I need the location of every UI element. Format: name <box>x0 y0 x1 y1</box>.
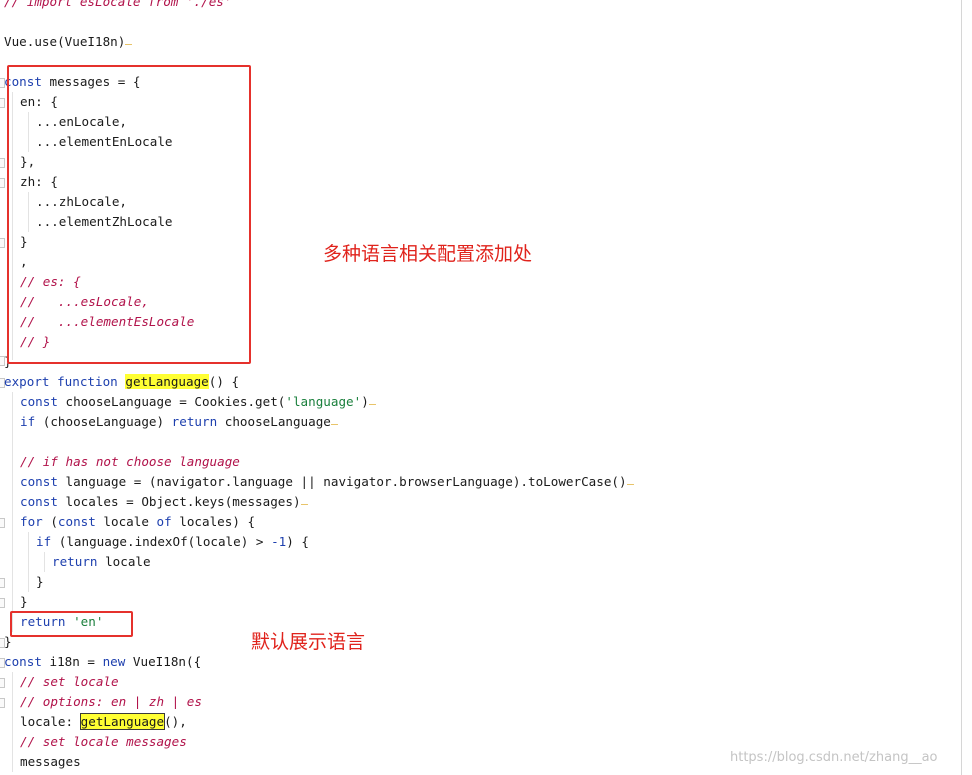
code-text: chooseLanguage = Cookies.get( <box>57 394 286 409</box>
code-line[interactable]: // if has not choose language <box>20 452 240 472</box>
code-line[interactable]: } <box>36 572 44 592</box>
code-text: VueI18n({ <box>125 654 202 669</box>
function-name-highlight: getLanguage <box>125 374 209 389</box>
keyword: function <box>57 374 118 389</box>
code-line[interactable]: if (chooseLanguage) return chooseLanguag… <box>20 412 338 432</box>
code-line[interactable]: } <box>20 592 28 612</box>
warning-squiggle <box>368 392 376 405</box>
string: 'language' <box>285 394 362 409</box>
code-line[interactable]: messages <box>20 752 81 772</box>
code-text: () { <box>208 374 240 389</box>
editor-scroll-edge <box>961 0 962 775</box>
config-annotation: 多种语言相关配置添加处 <box>323 243 533 265</box>
fold-marker[interactable] <box>0 678 5 688</box>
keyword: for <box>20 514 43 529</box>
code-text: language = (navigator.language || naviga… <box>57 474 627 489</box>
code-line[interactable]: for (const locale of locales) { <box>20 512 255 532</box>
code-text: chooseLanguage <box>217 414 331 429</box>
watermark: https://blog.csdn.net/zhang__ao <box>730 750 938 765</box>
messages-config-highlight-box <box>7 65 251 364</box>
warning-squiggle <box>626 472 634 485</box>
warning-squiggle <box>330 412 338 425</box>
code-text: Vue.use(VueI18n) <box>4 34 126 49</box>
code-text: (), <box>164 714 187 729</box>
keyword: new <box>102 654 126 669</box>
code-line[interactable]: export function getLanguage() { <box>4 372 239 392</box>
code-text: (language.indexOf(locale) > <box>51 534 272 549</box>
code-line[interactable]: const locales = Object.keys(messages) <box>20 492 308 512</box>
code-text: messages <box>20 754 81 769</box>
code-line[interactable]: const chooseLanguage = Cookies.get('lang… <box>20 392 376 412</box>
code-line[interactable]: // set locale <box>20 672 119 692</box>
code-text: locale <box>95 514 157 529</box>
default-return-highlight-box <box>10 611 133 637</box>
code-text: i18n = <box>41 654 103 669</box>
keyword: const <box>57 514 96 529</box>
comment: // import esLocale from './es' <box>4 0 232 9</box>
indent-guide <box>12 392 13 632</box>
code-text: locale <box>97 554 151 569</box>
comment: // options: en | zh | es <box>20 694 202 709</box>
code-text: locales) { <box>171 514 256 529</box>
function-name-highlight: getLanguage <box>79 713 166 730</box>
default-language-annotation: 默认展示语言 <box>251 631 366 653</box>
code-text: locales = Object.keys(messages) <box>57 494 301 509</box>
keyword: export <box>4 374 50 389</box>
code-line[interactable]: Vue.use(VueI18n) <box>4 32 133 52</box>
warning-squiggle <box>125 32 133 45</box>
code-text: } <box>20 594 28 609</box>
code-text: ) <box>361 394 369 409</box>
code-text: locale: <box>20 714 81 729</box>
fold-marker[interactable] <box>0 98 5 108</box>
warning-squiggle <box>300 492 308 505</box>
indent-guide <box>28 532 29 592</box>
keyword: const <box>20 474 58 489</box>
code-line[interactable]: if (language.indexOf(locale) > -1) { <box>36 532 309 552</box>
keyword: const <box>4 654 42 669</box>
fold-marker[interactable] <box>0 598 5 608</box>
code-text: ) { <box>286 534 309 549</box>
keyword: return <box>171 414 218 429</box>
fold-marker[interactable] <box>0 178 5 188</box>
code-editor[interactable]: // import esLocale from './es' Vue.use(V… <box>0 0 972 775</box>
code-line[interactable]: const i18n = new VueI18n({ <box>4 652 201 672</box>
code-line[interactable]: return locale <box>52 552 151 572</box>
number: -1 <box>271 534 287 549</box>
fold-marker[interactable] <box>0 518 5 528</box>
fold-marker[interactable] <box>0 698 5 708</box>
keyword: const <box>20 494 58 509</box>
code-line[interactable]: // import esLocale from './es' <box>4 0 231 12</box>
code-text: ( <box>42 514 58 529</box>
comment: // set locale <box>20 674 119 689</box>
comment: // set locale messages <box>20 734 187 749</box>
keyword: const <box>20 394 58 409</box>
code-line[interactable]: // set locale messages <box>20 732 187 752</box>
code-text: (chooseLanguage) <box>35 414 172 429</box>
code-line[interactable]: locale: getLanguage(), <box>20 712 187 732</box>
keyword: return <box>52 554 98 569</box>
fold-marker[interactable] <box>0 158 5 168</box>
keyword: of <box>156 514 172 529</box>
code-text: } <box>36 574 44 589</box>
fold-marker[interactable] <box>0 238 5 248</box>
keyword: if <box>36 534 52 549</box>
code-line[interactable]: const language = (navigator.language || … <box>20 472 634 492</box>
code-line[interactable]: // options: en | zh | es <box>20 692 202 712</box>
comment: // if has not choose language <box>20 454 240 469</box>
keyword: if <box>20 414 36 429</box>
indent-guide <box>44 552 45 572</box>
fold-marker[interactable] <box>0 578 5 588</box>
indent-guide <box>12 672 13 772</box>
